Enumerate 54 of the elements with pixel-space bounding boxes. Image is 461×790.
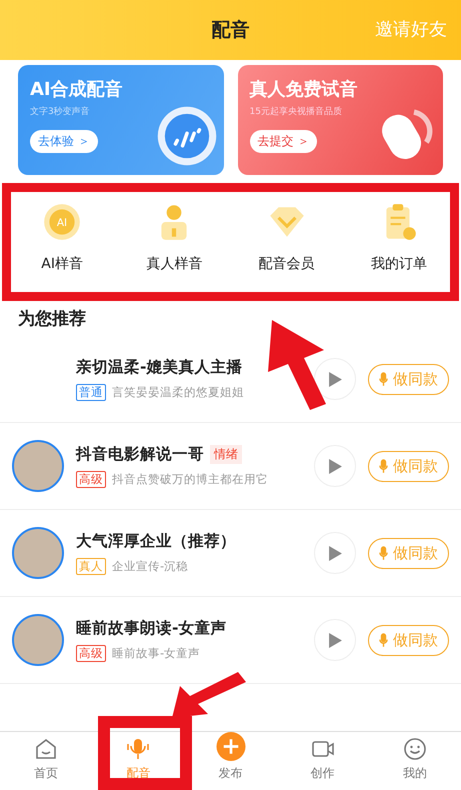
voice-title: 亲切温柔-媲美真人主播 (76, 357, 242, 378)
category-item[interactable]: 真人样音 (118, 201, 230, 293)
voice-description: 言笑晏晏温柔的悠夏姐姐 (112, 385, 244, 400)
microphone-icon (379, 546, 388, 560)
avatar-photo-placeholder (12, 527, 64, 579)
voice-tag: 情绪 (210, 445, 242, 464)
nav-tab[interactable]: 首页 (0, 732, 92, 790)
category-item[interactable]: 配音会员 (230, 201, 343, 293)
banner-title: 真人免费试音 (250, 78, 358, 101)
nav-tab[interactable]: 我的 (368, 732, 461, 790)
level-badge: 高级 (76, 645, 106, 662)
promo-banner[interactable]: AI合成配音 文字3秒变声音 去体验 ＞ (18, 65, 224, 175)
microphone-icon (379, 632, 388, 648)
voice-row[interactable]: 大气浑厚企业（推荐） 真人 企业宣传-沉稳 做同款 (0, 510, 461, 597)
banner-button[interactable]: 去体验 ＞ (30, 130, 98, 153)
voice-row[interactable]: 抖音电影解说一哥 情绪 高级 抖音点赞破万的博主都在用它 做同款 (0, 423, 461, 510)
microphone-icon (126, 737, 150, 761)
voice-title: 抖音电影解说一哥 (76, 444, 204, 465)
banner-title: AI合成配音 (30, 78, 123, 101)
level-badge: 高级 (76, 471, 106, 488)
avatar-photo-placeholder (12, 440, 64, 492)
level-badge: 真人 (76, 558, 106, 575)
voice-description: 抖音点赞破万的博主都在用它 (112, 472, 268, 487)
home-icon (34, 737, 58, 761)
avatar-photo-placeholder (12, 614, 64, 666)
category-item[interactable]: AI AI样音 (6, 201, 118, 293)
page-title: 配音 (212, 18, 250, 43)
voice-description: 企业宣传-沉稳 (112, 559, 188, 574)
smiley-icon (402, 737, 427, 761)
play-icon (328, 632, 342, 648)
promo-banner[interactable]: 真人免费试音 15元起享央视播音品质 去提交 ＞ (238, 65, 443, 175)
voice-description: 睡前故事-女童声 (112, 646, 200, 661)
play-icon (328, 372, 342, 386)
section-title: 为您推荐 (17, 308, 87, 330)
play-button[interactable] (314, 619, 356, 661)
voice-title: 睡前故事朗读-女童声 (76, 618, 226, 639)
play-icon (328, 546, 342, 560)
level-badge: 普通 (76, 384, 106, 401)
voice-row[interactable]: 睡前故事朗读-女童声 高级 睡前故事-女童声 做同款 (0, 597, 461, 684)
banner-subtitle: 文字3秒变声音 (30, 106, 90, 118)
banner-subtitle: 15元起享央视播音品质 (250, 106, 342, 118)
voice-title: 大气浑厚企业（推荐） (76, 531, 236, 552)
play-button[interactable] (314, 358, 356, 400)
play-icon (328, 458, 342, 474)
play-button[interactable] (314, 445, 356, 487)
category-item[interactable]: 我的订单 (342, 201, 455, 293)
banner-button[interactable]: 去提交 ＞ (250, 130, 318, 153)
nav-tab[interactable]: 配音 (92, 732, 184, 790)
sound-wave-icon (156, 105, 218, 167)
play-button[interactable] (314, 532, 356, 574)
microphone-icon (379, 372, 388, 386)
nav-tab[interactable]: 创作 (276, 732, 369, 790)
nav-tab[interactable]: 发布 (184, 732, 277, 790)
microphone-icon (379, 458, 388, 474)
